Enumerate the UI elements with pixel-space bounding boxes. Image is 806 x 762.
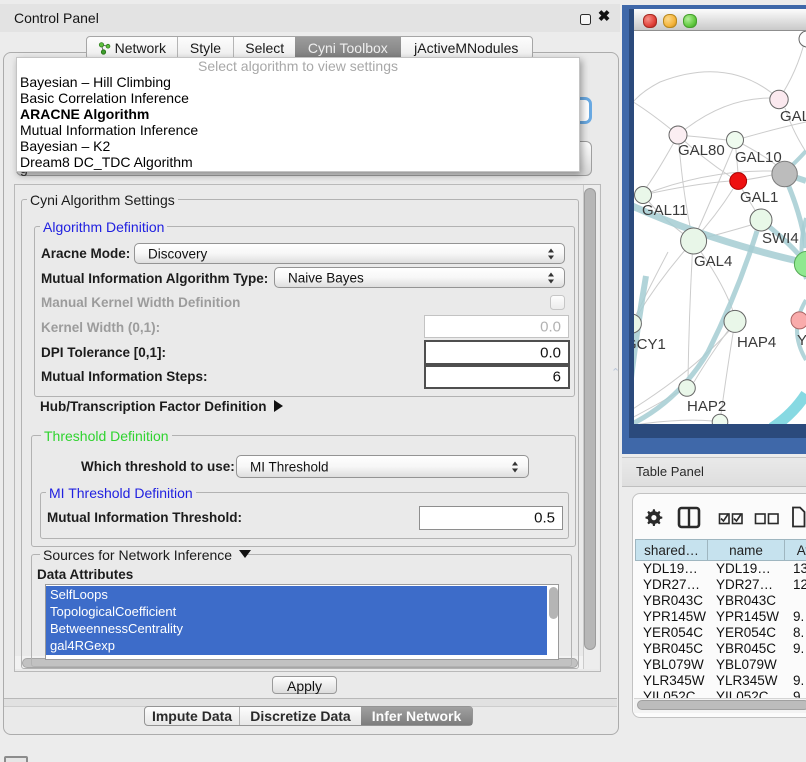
svg-text:HAP2: HAP2 [687, 398, 726, 415]
svg-text:GAL4: GAL4 [694, 253, 732, 270]
svg-text:GAL7: GAL7 [780, 108, 806, 125]
svg-text:GAL11: GAL11 [642, 202, 688, 219]
svg-text:SWI4: SWI4 [762, 230, 799, 247]
svg-text:HAP4: HAP4 [737, 334, 776, 351]
svg-text:YJ: YJ [797, 332, 806, 349]
svg-text:GAL10: GAL10 [735, 149, 782, 166]
svg-text:GAL80: GAL80 [678, 142, 725, 159]
svg-text:GAL1: GAL1 [740, 189, 778, 206]
svg-text:GCY1: GCY1 [634, 336, 666, 353]
